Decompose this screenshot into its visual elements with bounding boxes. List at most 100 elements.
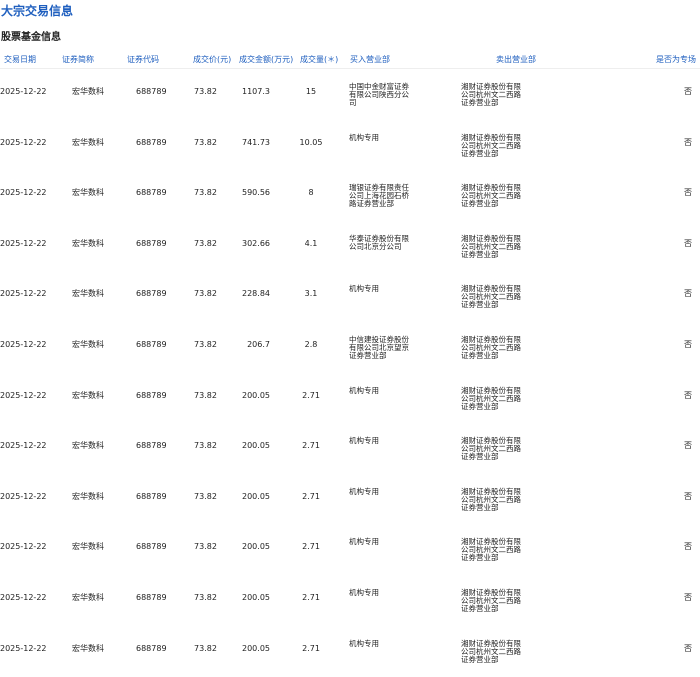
cell-price: 73.82 (194, 340, 217, 349)
cell-volume: 2.71 (302, 390, 320, 400)
cell-name: 宏华数科 (72, 289, 104, 299)
cell-volume: 2.71 (302, 441, 320, 451)
cell-flag: 否 (684, 188, 692, 198)
cell-buyer: 机构专用 (349, 638, 379, 648)
cell-price: 73.82 (194, 491, 217, 501)
section-title: 股票基金信息 (1, 32, 61, 43)
table-header: 交易日期 证券简称 证券代码 成交价(元) 成交金额(万元) 成交量(＊) 买入… (0, 54, 700, 69)
cell-seller: 湘财证券股份有限公司杭州文二西路证券营业部 (461, 588, 521, 613)
column-header-amount[interactable]: 成交金额(万元) (239, 54, 293, 66)
cell-price: 73.82 (194, 643, 217, 653)
cell-price: 73.82 (194, 87, 217, 96)
cell-amount: 228.84 (242, 289, 270, 299)
cell-price: 73.82 (194, 238, 217, 248)
cell-price: 73.82 (194, 593, 217, 602)
cell-name: 宏华数科 (72, 137, 104, 147)
cell-seller: 湘财证券股份有限公司杭州文二西路证券营业部 (461, 335, 521, 360)
cell-flag: 否 (684, 238, 692, 248)
column-header-volume[interactable]: 成交量(＊) (300, 54, 338, 66)
table-row: 2025-12-22 宏华数科 688789 73.82 200.05 2.71 机构专用 湘… (0, 473, 700, 523)
cell-price: 73.82 (194, 289, 217, 299)
cell-volume: 2.8 (304, 340, 318, 349)
column-header-buyer[interactable]: 买入营业部 (350, 54, 390, 66)
cell-date: 2025-12-22 (0, 188, 47, 198)
cell-price: 73.82 (194, 188, 217, 198)
cell-amount: 200.05 (242, 643, 270, 653)
cell-code: 688789 (136, 289, 167, 299)
cell-name: 宏华数科 (72, 491, 104, 501)
cell-name: 宏华数科 (72, 643, 104, 653)
table-row: 2025-12-22 宏华数科 688789 73.82 206.7 2.8 中信建投证券股… (0, 321, 700, 371)
cell-name: 宏华数科 (72, 441, 104, 451)
cell-name: 宏华数科 (72, 188, 104, 198)
cell-flag: 否 (684, 593, 692, 602)
cell-date: 2025-12-22 (0, 390, 47, 400)
cell-volume: 4.1 (304, 238, 318, 248)
cell-price: 73.82 (194, 137, 217, 147)
table-row: 2025-12-22 宏华数科 688789 73.82 200.05 2.71 机构专用 湘… (0, 422, 700, 472)
table-row: 2025-12-22 宏华数科 688789 73.82 228.84 3.1 机构专用 湘财… (0, 270, 700, 320)
cell-name: 宏华数科 (72, 238, 104, 248)
cell-buyer: 机构专用 (349, 436, 379, 446)
cell-date: 2025-12-22 (0, 441, 47, 451)
cell-price: 73.82 (194, 441, 217, 451)
table-row: 2025-12-22 宏华数科 688789 73.82 200.05 2.71 机构专用 湘… (0, 625, 700, 675)
cell-date: 2025-12-22 (0, 289, 47, 299)
cell-code: 688789 (136, 340, 167, 349)
cell-name: 宏华数科 (72, 593, 104, 602)
cell-name: 宏华数科 (72, 390, 104, 400)
cell-flag: 否 (684, 542, 692, 552)
cell-flag: 否 (684, 340, 692, 349)
cell-seller: 湘财证券股份有限公司杭州文二西路证券营业部 (461, 183, 521, 209)
cell-amount: 200.05 (242, 542, 270, 552)
cell-date: 2025-12-22 (0, 87, 47, 96)
cell-seller: 湘财证券股份有限公司杭州文二西路证券营业部 (461, 385, 521, 411)
page-title: 大宗交易信息 (1, 4, 74, 18)
cell-code: 688789 (136, 390, 167, 400)
column-header-name[interactable]: 证券简称 (62, 54, 94, 66)
cell-code: 688789 (136, 542, 167, 552)
column-header-price[interactable]: 成交价(元) (193, 54, 231, 66)
table-row: 2025-12-22 宏华数科 688789 73.82 200.05 2.71 机构专用 湘… (0, 574, 700, 624)
cell-amount: 200.05 (242, 390, 270, 400)
table-row: 2025-12-22 宏华数科 688789 73.82 590.56 8 瑞银证券有限责任… (0, 169, 700, 219)
cell-flag: 否 (684, 87, 692, 96)
cell-flag: 否 (684, 643, 692, 653)
cell-date: 2025-12-22 (0, 643, 47, 653)
cell-seller: 湘财证券股份有限公司杭州文二西路证券营业部 (461, 132, 521, 158)
cell-date: 2025-12-22 (0, 491, 47, 501)
cell-amount: 206.7 (247, 340, 270, 349)
cell-buyer: 机构专用 (349, 385, 379, 395)
cell-amount: 1107.3 (242, 87, 270, 96)
column-header-flag[interactable]: 是否为专场 (656, 54, 696, 66)
cell-price: 73.82 (194, 542, 217, 552)
cell-amount: 302.66 (242, 238, 270, 248)
cell-code: 688789 (136, 441, 167, 451)
cell-buyer: 机构专用 (349, 132, 379, 142)
cell-name: 宏华数科 (72, 542, 104, 552)
column-header-code[interactable]: 证券代码 (127, 54, 159, 66)
cell-buyer: 中信建投证券股份有限公司北京望京证券营业部 (349, 335, 409, 360)
cell-code: 688789 (136, 593, 167, 602)
cell-seller: 湘财证券股份有限公司杭州文二西路证券营业部 (461, 537, 521, 563)
column-header-date[interactable]: 交易日期 (4, 54, 36, 66)
cell-flag: 否 (684, 289, 692, 299)
cell-volume: 15 (305, 87, 317, 96)
cell-flag: 否 (684, 491, 692, 501)
table-row: 2025-12-22 宏华数科 688789 73.82 200.05 2.71 机构专用 湘… (0, 372, 700, 422)
cell-flag: 否 (684, 441, 692, 451)
cell-code: 688789 (136, 87, 167, 96)
cell-code: 688789 (136, 643, 167, 653)
column-header-seller[interactable]: 卖出营业部 (496, 54, 536, 66)
cell-code: 688789 (136, 491, 167, 501)
cell-date: 2025-12-22 (0, 340, 47, 349)
cell-volume: 2.71 (302, 593, 320, 602)
cell-seller: 湘财证券股份有限公司杭州文二西路证券营业部 (461, 486, 521, 512)
cell-buyer: 瑞银证券有限责任公司上海花园石桥路证券营业部 (349, 183, 409, 209)
cell-date: 2025-12-22 (0, 137, 47, 147)
cell-name: 宏华数科 (72, 87, 104, 96)
cell-seller: 湘财证券股份有限公司杭州文二西路证券营业部 (461, 82, 521, 107)
table-row: 2025-12-22 宏华数科 688789 73.82 1107.3 15 中国中金财富证… (0, 68, 700, 118)
cell-price: 73.82 (194, 390, 217, 400)
cell-date: 2025-12-22 (0, 593, 47, 602)
